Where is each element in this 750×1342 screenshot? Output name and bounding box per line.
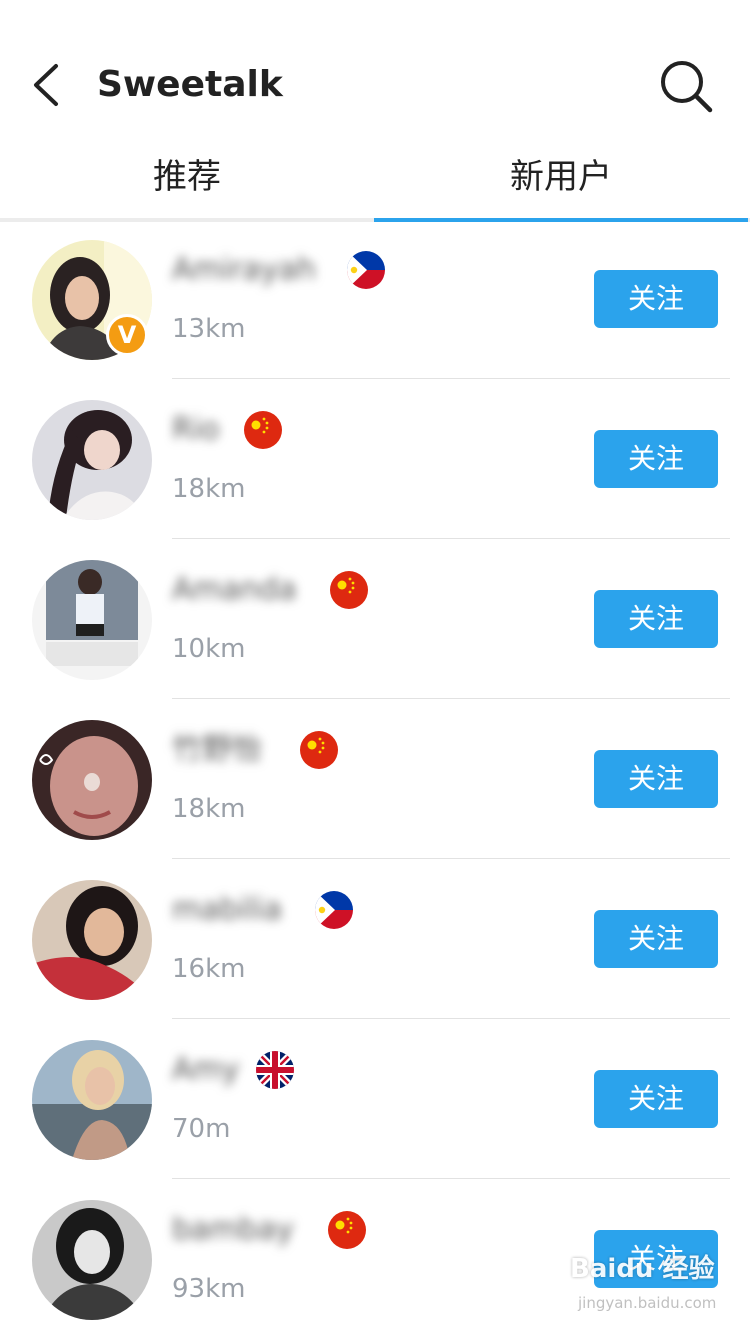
avatar[interactable] xyxy=(32,1200,152,1320)
avatar[interactable] xyxy=(32,560,152,680)
user-name: Amirayah xyxy=(172,252,316,287)
china-flag-icon xyxy=(330,571,368,609)
row-divider xyxy=(172,1178,730,1179)
user-name: Rio xyxy=(172,412,220,447)
watermark-url: jingyan.baidu.com xyxy=(578,1294,717,1312)
row-divider xyxy=(172,698,730,699)
back-button[interactable] xyxy=(28,60,68,110)
row-divider xyxy=(172,858,730,859)
user-name: mabilia xyxy=(172,892,283,927)
tab-bar: 推荐 新用户 xyxy=(0,140,750,224)
follow-button[interactable]: 关注 xyxy=(594,750,718,808)
distance: 16km xyxy=(172,954,246,984)
philippines-flag-icon xyxy=(347,251,385,289)
user-row[interactable]: Rio 18km 关注 xyxy=(0,382,750,542)
follow-button[interactable]: 关注 xyxy=(594,1070,718,1128)
tab-recommended[interactable]: 推荐 xyxy=(0,140,374,214)
app-title: Sweetalk xyxy=(97,64,283,105)
avatar[interactable] xyxy=(32,720,152,840)
distance: 93km xyxy=(172,1274,246,1304)
user-name: bambay xyxy=(172,1212,294,1247)
follow-button[interactable]: 关注 xyxy=(594,430,718,488)
follow-button[interactable]: 关注 xyxy=(594,590,718,648)
distance: 70m xyxy=(172,1114,231,1144)
distance: 13km xyxy=(172,314,246,344)
distance: 18km xyxy=(172,474,246,504)
header: Sweetalk xyxy=(0,0,750,140)
tab-new-users[interactable]: 新用户 xyxy=(374,140,748,214)
china-flag-icon xyxy=(300,731,338,769)
china-flag-icon xyxy=(328,1211,366,1249)
distance: 18km xyxy=(172,794,246,824)
follow-button[interactable]: 关注 xyxy=(594,270,718,328)
user-row[interactable]: mabilia 16km 关注 xyxy=(0,862,750,1022)
avatar[interactable] xyxy=(32,400,152,520)
user-name: 竹野怡 xyxy=(172,732,262,767)
search-icon xyxy=(661,61,713,113)
uk-flag-icon xyxy=(256,1051,294,1089)
user-name: Amanda xyxy=(172,572,297,607)
chevron-left-icon xyxy=(34,64,58,106)
user-row[interactable]: 竹野怡 18km 关注 xyxy=(0,702,750,862)
baidu-watermark: Baidu 经验 jingyan.baidu.com xyxy=(566,1242,750,1322)
row-divider xyxy=(172,1018,730,1019)
user-row[interactable]: Amy 70m 关注 xyxy=(0,1022,750,1182)
user-name: Amy xyxy=(172,1052,240,1087)
avatar[interactable] xyxy=(32,1040,152,1160)
distance: 10km xyxy=(172,634,246,664)
vip-badge: V xyxy=(106,314,148,356)
user-row[interactable]: V Amirayah 13km 关注 xyxy=(0,222,750,382)
avatar[interactable] xyxy=(32,880,152,1000)
watermark-text: Baidu 经验 xyxy=(570,1254,715,1284)
user-row[interactable]: Amanda 10km 关注 xyxy=(0,542,750,702)
china-flag-icon xyxy=(244,411,282,449)
search-button[interactable] xyxy=(658,58,714,114)
row-divider xyxy=(172,538,730,539)
follow-button[interactable]: 关注 xyxy=(594,910,718,968)
philippines-flag-icon xyxy=(315,891,353,929)
row-divider xyxy=(172,378,730,379)
